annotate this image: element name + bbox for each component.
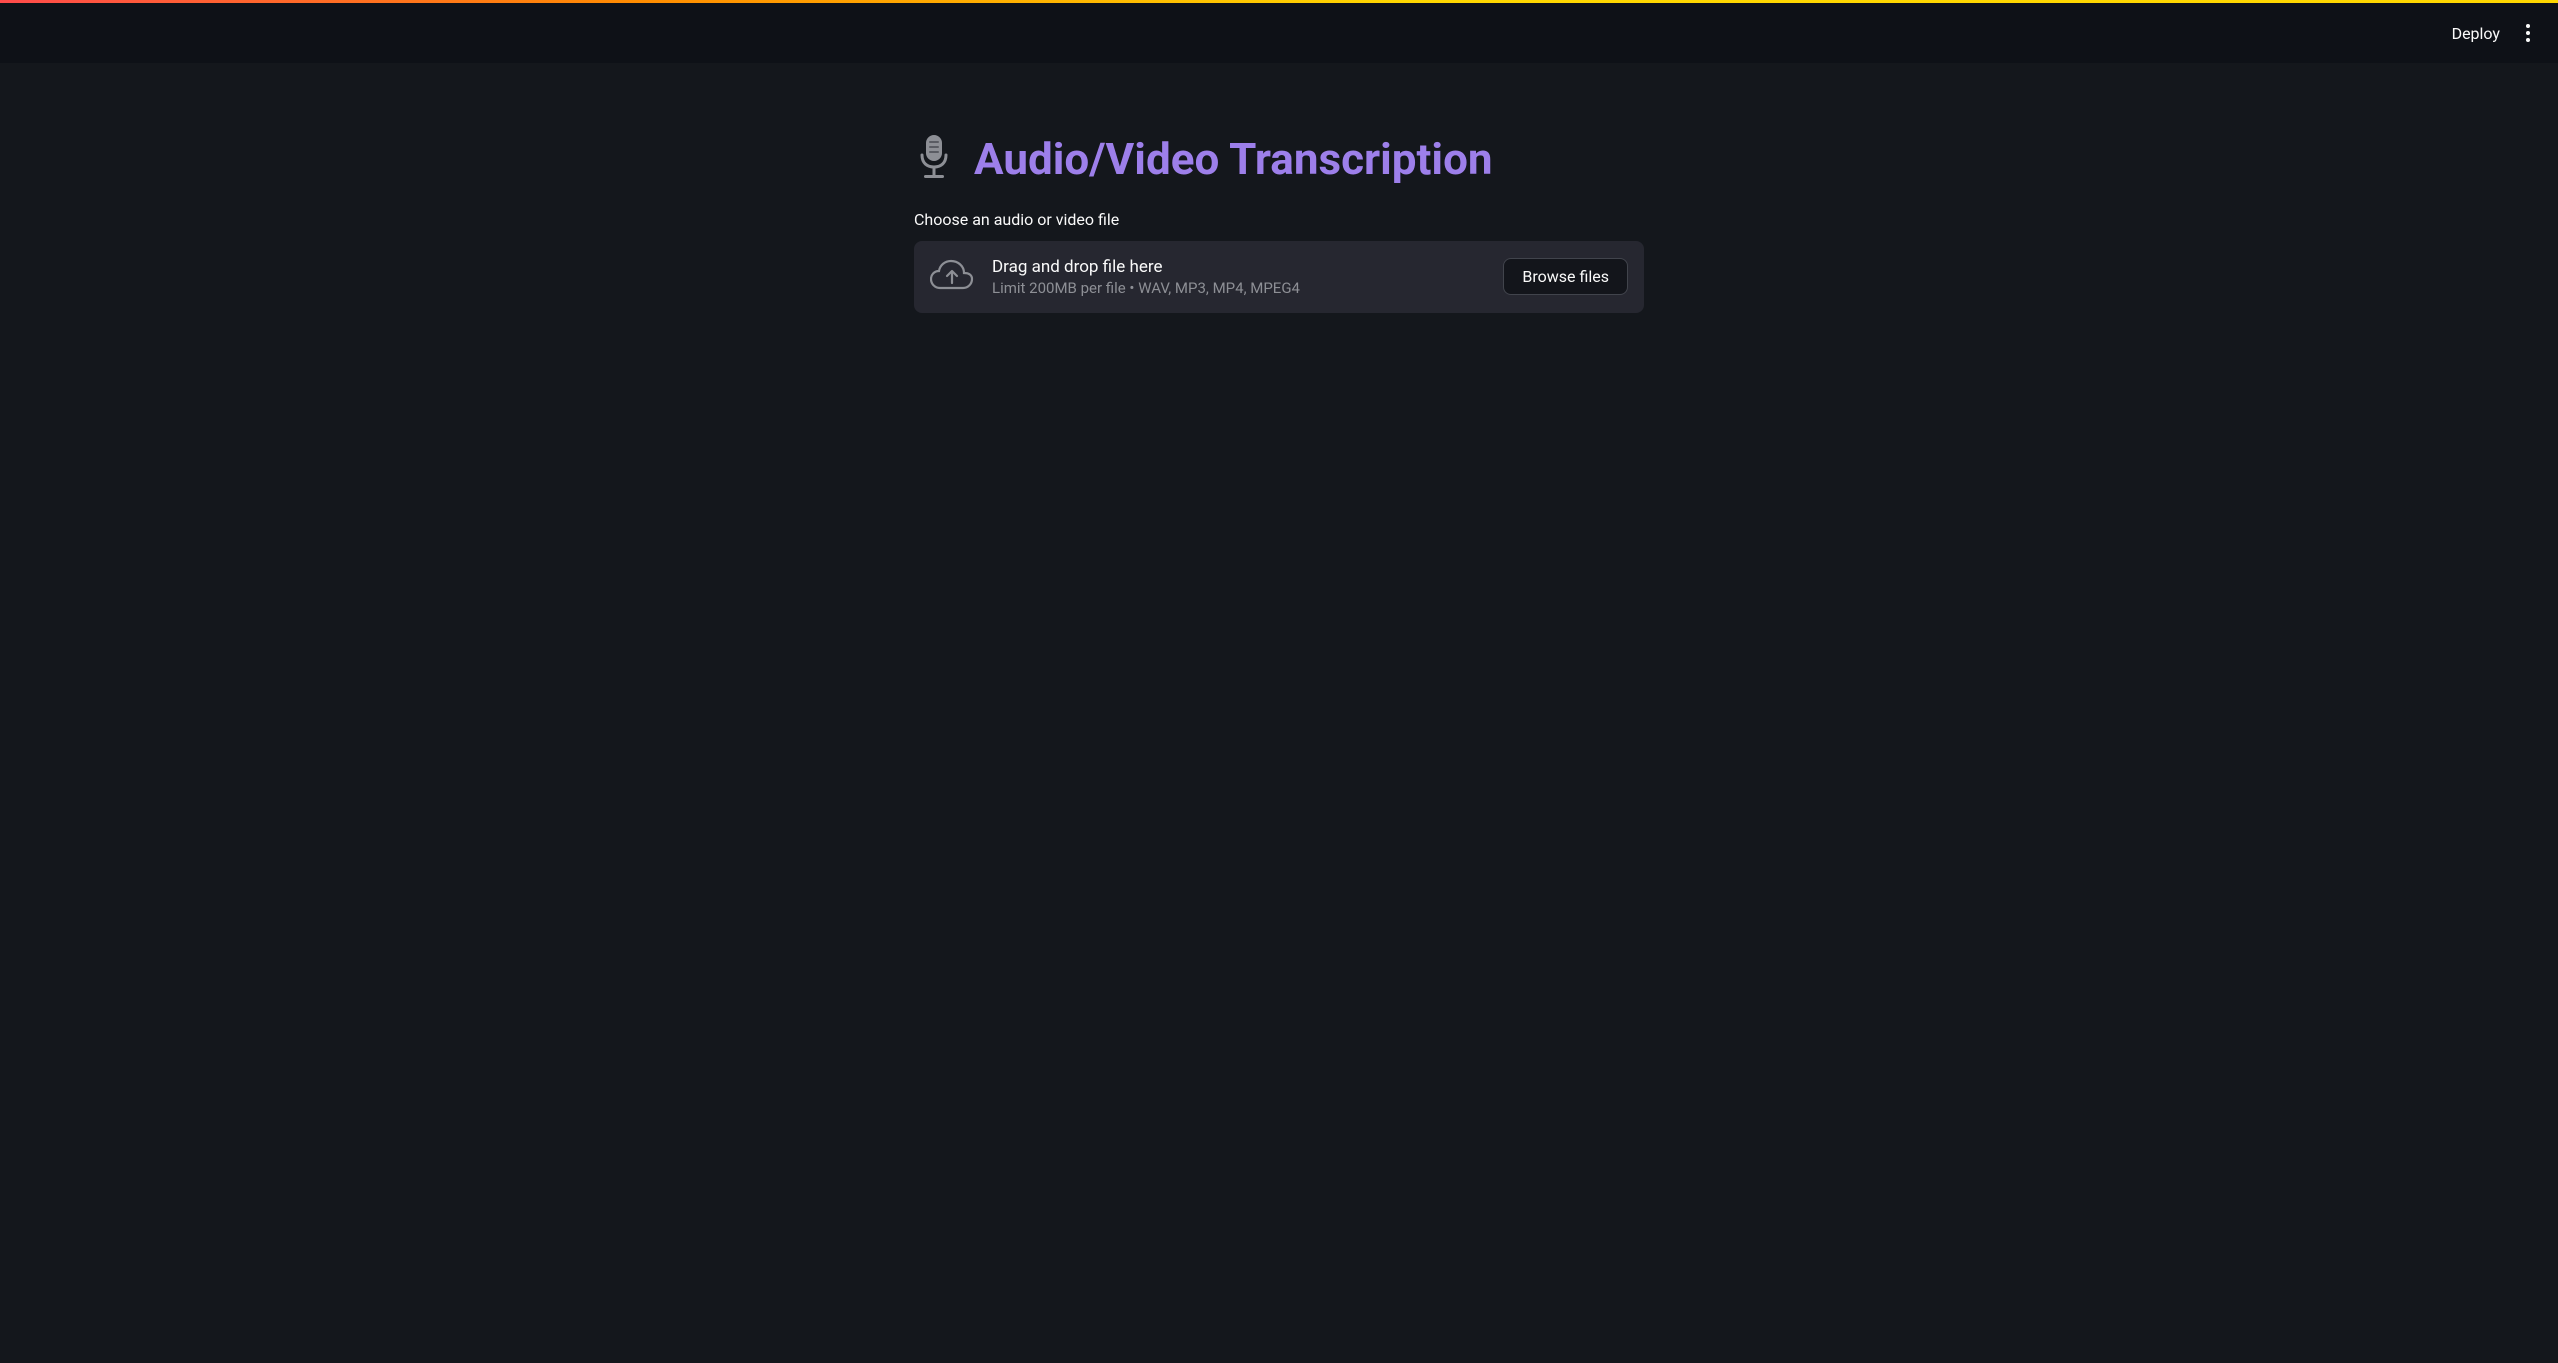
main-content: Audio/Video Transcription Choose an audi… xyxy=(0,63,2558,1363)
drag-drop-instruction: Drag and drop file here xyxy=(992,257,1485,277)
app-toolbar: Deploy xyxy=(0,3,2558,63)
browse-files-button[interactable]: Browse files xyxy=(1503,258,1628,295)
kebab-icon xyxy=(2526,24,2530,28)
kebab-icon xyxy=(2526,38,2530,42)
uploader-text-block: Drag and drop file here Limit 200MB per … xyxy=(992,257,1485,297)
kebab-icon xyxy=(2526,31,2530,35)
file-limit-text: Limit 200MB per file • WAV, MP3, MP4, MP… xyxy=(992,279,1485,297)
microphone-icon xyxy=(914,133,954,185)
title-row: Audio/Video Transcription xyxy=(914,133,1644,186)
file-uploader-dropzone[interactable]: Drag and drop file here Limit 200MB per … xyxy=(914,241,1644,313)
cloud-upload-icon xyxy=(930,259,974,295)
file-uploader-label: Choose an audio or video file xyxy=(914,210,1644,229)
main-menu-button[interactable] xyxy=(2518,18,2538,48)
page-title: Audio/Video Transcription xyxy=(974,133,1493,186)
deploy-button[interactable]: Deploy xyxy=(2442,18,2510,49)
